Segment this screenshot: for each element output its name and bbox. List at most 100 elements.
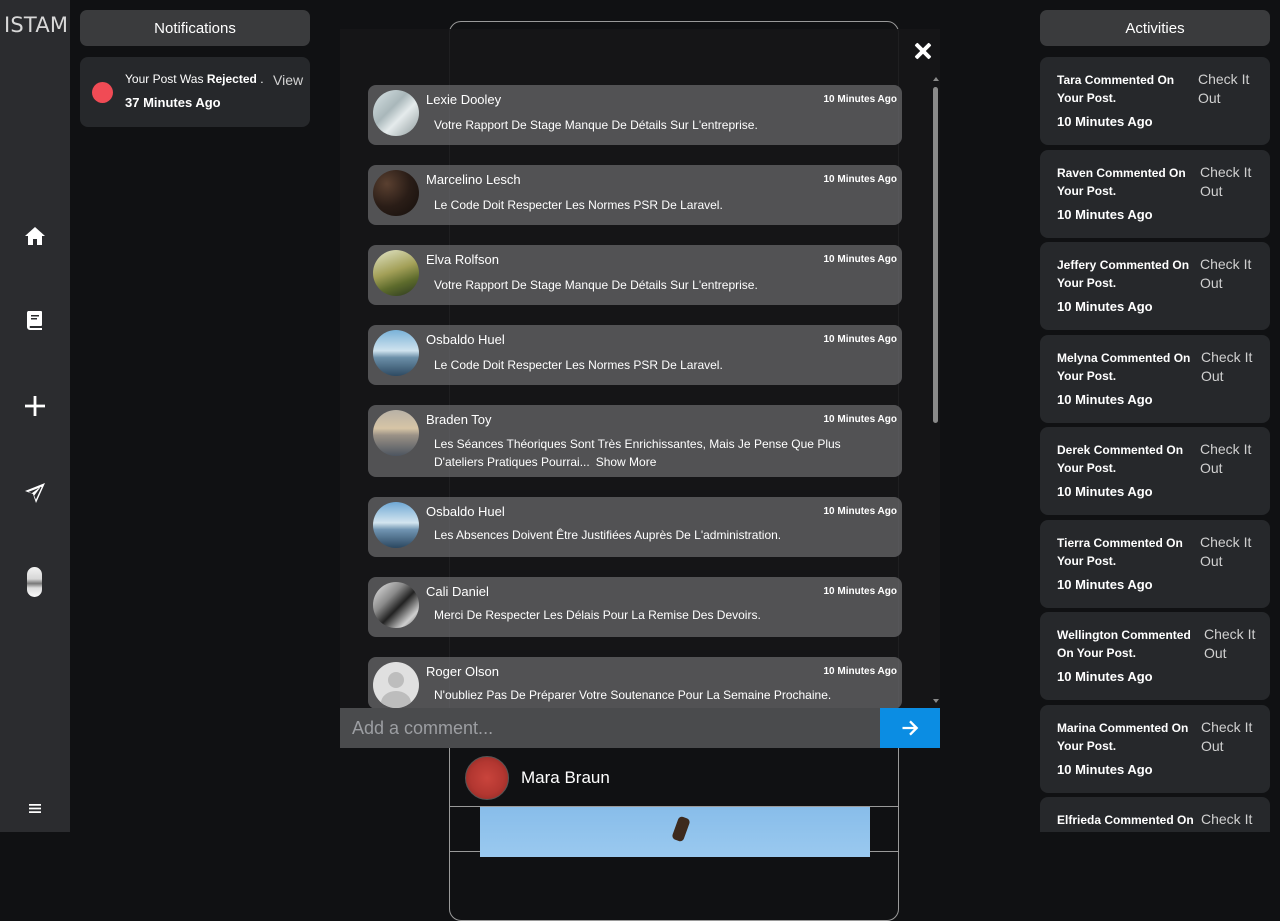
activity-item: Wellington Commented On Your Post. 10 Mi… (1040, 612, 1270, 700)
activity-text: Derek Commented On Your Post. (1057, 443, 1184, 475)
send-icon[interactable] (21, 479, 49, 507)
activity-text: Jeffery Commented On Your Post. (1057, 258, 1190, 290)
notification-time: 37 Minutes Ago (125, 95, 221, 110)
comment-text: Les Absences Doivent Être Justifiées Aup… (434, 528, 782, 542)
send-comment-button[interactable] (880, 708, 940, 748)
profile-avatar[interactable] (27, 567, 42, 597)
check-it-out-link[interactable]: Check It Out (1200, 255, 1260, 293)
commenter-avatar[interactable] (373, 410, 419, 456)
comment-time: 10 Minutes Ago (823, 174, 897, 185)
notification-suffix: . (256, 72, 264, 86)
commenter-name[interactable]: Osbaldo Huel (426, 504, 505, 519)
show-more-link[interactable]: Show More (596, 455, 657, 469)
comment-item: Osbaldo Huel 10 Minutes Ago Le Code Doit… (368, 325, 902, 385)
check-it-out-link[interactable]: Check It Out (1201, 348, 1261, 386)
commenter-avatar[interactable] (373, 90, 419, 136)
activity-time: 10 Minutes Ago (1057, 207, 1153, 222)
activity-time: 10 Minutes Ago (1057, 114, 1153, 129)
commenter-avatar[interactable] (373, 330, 419, 376)
activity-time: 10 Minutes Ago (1057, 392, 1153, 407)
scroll-down-arrow-icon[interactable] (933, 699, 939, 703)
unread-dot-icon (92, 82, 113, 103)
feed-card-post: Mara Braun (449, 752, 899, 857)
author-name[interactable]: Mara Braun (521, 768, 610, 788)
comment-time: 10 Minutes Ago (823, 254, 897, 265)
check-it-out-link[interactable]: Check It Out (1200, 533, 1260, 571)
commenter-name[interactable]: Cali Daniel (426, 584, 489, 599)
activity-time: 10 Minutes Ago (1057, 299, 1153, 314)
notification-prefix: Your Post Was (125, 72, 207, 86)
commenter-avatar[interactable] (373, 582, 419, 628)
sidebar: ISTAM (0, 0, 70, 832)
menu-icon[interactable] (21, 794, 49, 822)
activity-item: Tara Commented On Your Post. 10 Minutes … (1040, 57, 1270, 145)
activity-text: Elfrieda Commented On (1057, 813, 1194, 827)
check-it-out-link[interactable]: Check It Out (1198, 70, 1258, 108)
comment-item: Cali Daniel 10 Minutes Ago Merci De Resp… (368, 577, 902, 637)
notification-status: Rejected (206, 72, 257, 86)
activity-text: Wellington Commented On Your Post. (1057, 628, 1191, 660)
activity-item: Melyna Commented On Your Post. 10 Minute… (1040, 335, 1270, 423)
commenter-name[interactable]: Braden Toy (426, 412, 492, 427)
commenter-avatar[interactable] (373, 170, 419, 216)
notification-item: Your Post Was Rejected . 37 Minutes Ago … (80, 57, 310, 127)
comment-item: Osbaldo Huel 10 Minutes Ago Les Absences… (368, 497, 902, 557)
activity-time: 10 Minutes Ago (1057, 762, 1153, 777)
commenter-name[interactable]: Osbaldo Huel (426, 332, 505, 347)
scrollbar-thumb[interactable] (933, 87, 938, 423)
author-avatar[interactable] (465, 756, 509, 800)
scroll-up-arrow-icon[interactable] (933, 77, 939, 81)
comment-time: 10 Minutes Ago (823, 334, 897, 345)
comment-item: Elva Rolfson 10 Minutes Ago Votre Rappor… (368, 245, 902, 305)
plus-icon[interactable] (21, 392, 49, 420)
home-icon[interactable] (21, 222, 49, 250)
comment-time: 10 Minutes Ago (823, 666, 897, 677)
check-it-out-link[interactable]: Check It Out (1201, 718, 1261, 756)
commenter-avatar[interactable] (373, 250, 419, 296)
activity-item: Elfrieda Commented On Check It (1040, 797, 1270, 832)
check-it-out-link[interactable]: Check It (1201, 810, 1261, 829)
activities-title: Activities (1040, 10, 1270, 46)
notifications-title: Notifications (80, 10, 310, 46)
commenter-name[interactable]: Marcelino Lesch (426, 172, 521, 187)
activity-item: Tierra Commented On Your Post. 10 Minute… (1040, 520, 1270, 608)
check-it-out-link[interactable]: Check It Out (1204, 625, 1264, 663)
comment-text: N'oubliez Pas De Préparer Votre Soutenan… (434, 688, 832, 702)
check-it-out-link[interactable]: Check It Out (1200, 440, 1260, 478)
activity-item: Marina Commented On Your Post. 10 Minute… (1040, 705, 1270, 793)
close-icon[interactable] (913, 41, 933, 61)
comment-text: Les Séances Théoriques Sont Très Enrichi… (434, 435, 884, 471)
comment-item: Roger Olson 10 Minutes Ago N'oubliez Pas… (368, 657, 902, 709)
comment-text: Le Code Doit Respecter Les Normes PSR De… (434, 198, 723, 212)
activity-time: 10 Minutes Ago (1057, 484, 1153, 499)
post-image[interactable] (480, 807, 870, 857)
comment-time: 10 Minutes Ago (823, 506, 897, 517)
comment-item: Lexie Dooley 10 Minutes Ago Votre Rappor… (368, 85, 902, 145)
notification-message: Your Post Was Rejected . (125, 72, 264, 86)
activity-text: Marina Commented On Your Post. (1057, 721, 1189, 753)
activity-item: Raven Commented On Your Post. 10 Minutes… (1040, 150, 1270, 238)
brand-logo[interactable]: ISTAM (4, 13, 68, 37)
activity-time: 10 Minutes Ago (1057, 577, 1153, 592)
comments-modal: Lexie Dooley 10 Minutes Ago Votre Rappor… (340, 29, 940, 747)
notification-view-link[interactable]: View (273, 72, 303, 88)
commenter-avatar[interactable] (373, 502, 419, 548)
comment-item: Marcelino Lesch 10 Minutes Ago Le Code D… (368, 165, 902, 225)
comment-text: Votre Rapport De Stage Manque De Détails… (434, 118, 758, 132)
comment-bar (340, 708, 940, 748)
comment-text: Merci De Respecter Les Délais Pour La Re… (434, 608, 761, 622)
activity-item: Derek Commented On Your Post. 10 Minutes… (1040, 427, 1270, 515)
activity-text: Melyna Commented On Your Post. (1057, 351, 1191, 383)
comment-time: 10 Minutes Ago (823, 586, 897, 597)
comment-text: Votre Rapport De Stage Manque De Détails… (434, 278, 758, 292)
commenter-name[interactable]: Roger Olson (426, 664, 499, 679)
comment-input[interactable] (340, 708, 880, 748)
book-icon[interactable] (21, 306, 49, 334)
commenter-name[interactable]: Elva Rolfson (426, 252, 499, 267)
commenter-avatar[interactable] (373, 662, 419, 708)
comment-time: 10 Minutes Ago (823, 414, 897, 425)
activity-text: Tierra Commented On Your Post. (1057, 536, 1183, 568)
commenter-name[interactable]: Lexie Dooley (426, 92, 501, 107)
check-it-out-link[interactable]: Check It Out (1200, 163, 1260, 201)
activity-item: Jeffery Commented On Your Post. 10 Minut… (1040, 242, 1270, 330)
